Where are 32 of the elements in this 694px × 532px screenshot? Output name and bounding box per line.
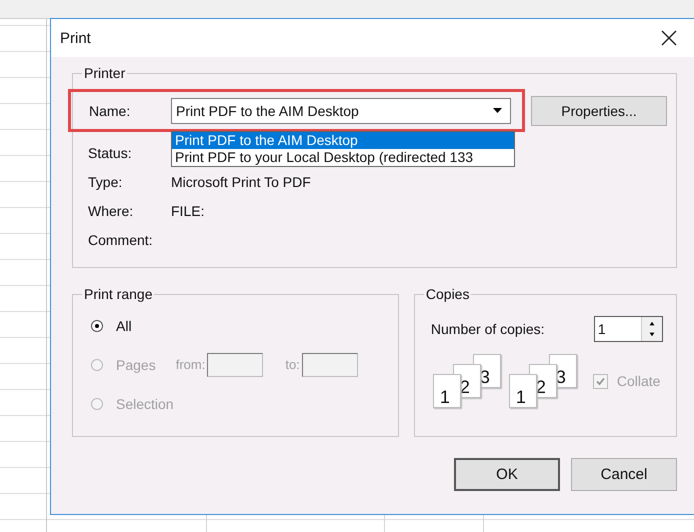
field-label: to: xyxy=(285,357,300,372)
to-field[interactable] xyxy=(302,352,358,376)
group-legend: Printer xyxy=(82,65,128,81)
group-legend: Print range xyxy=(82,286,154,302)
properties-button[interactable]: Properties... xyxy=(531,96,667,126)
page-stack-drawing: 1 2 3 xyxy=(432,354,499,408)
dropdown-option[interactable]: Print PDF to the AIM Desktop xyxy=(172,132,514,148)
field-label: Type: xyxy=(88,174,124,190)
window-title: Print xyxy=(60,30,91,46)
caret-icon xyxy=(493,108,502,113)
group-legend: Copies xyxy=(424,286,472,302)
copies-spinner[interactable]: 1 xyxy=(594,316,663,342)
page-stack-drawing: 1 2 3 xyxy=(508,354,575,408)
radio-label: All xyxy=(116,318,132,334)
field-label: Where: xyxy=(88,202,134,218)
checkbox-label: Collate xyxy=(616,373,660,389)
field-label: from: xyxy=(176,357,206,372)
cancel-button[interactable]: Cancel xyxy=(571,458,677,491)
printer-dropdown[interactable]: Print PDF to the AIM Desktop xyxy=(171,98,511,124)
radio-button[interactable] xyxy=(91,320,103,332)
field-label: Status: xyxy=(88,144,133,160)
radio-label: Pages xyxy=(116,356,156,372)
radio-label: Selection xyxy=(116,396,174,412)
field-label: Number of copies: xyxy=(430,321,546,337)
field-label: Name: xyxy=(89,102,132,118)
dropdown-option[interactable]: Print PDF to your Local Desktop (redirected 133 xyxy=(172,148,514,166)
ok-button[interactable]: OK xyxy=(454,458,560,491)
close-icon[interactable] xyxy=(661,30,677,46)
field-label: Comment: xyxy=(88,232,154,248)
from-field[interactable] xyxy=(207,352,264,376)
field-value: FILE: xyxy=(171,202,206,218)
field-value: Microsoft Print To PDF xyxy=(171,174,312,190)
